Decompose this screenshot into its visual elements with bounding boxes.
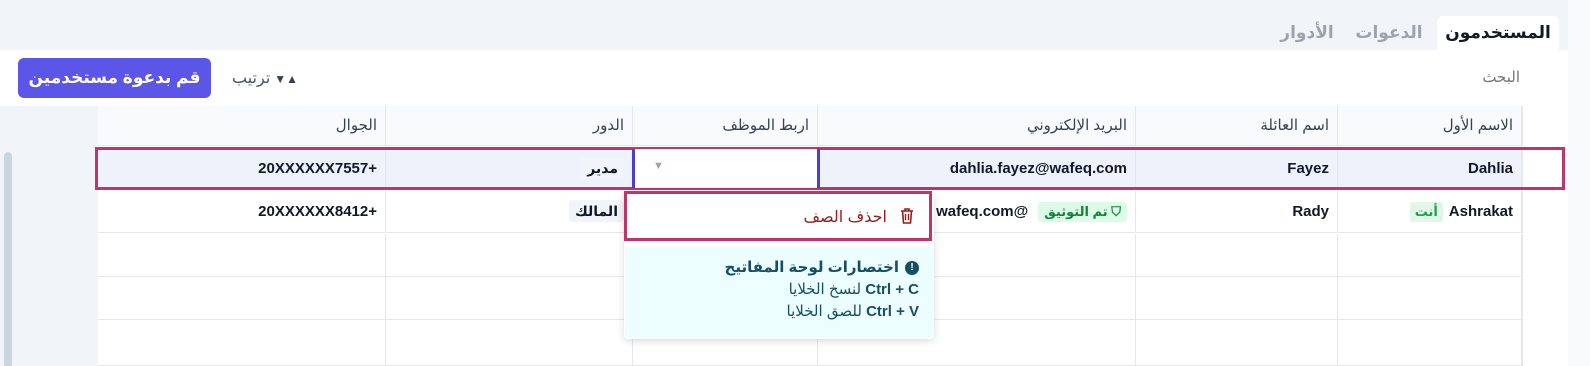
you-badge: أنت [1409, 202, 1443, 222]
trash-icon [901, 208, 913, 224]
tab-users[interactable]: المستخدمون [1437, 16, 1559, 50]
info-icon: ! [905, 261, 919, 276]
sort-label: ترتيب [232, 70, 271, 87]
shortcut-copy: Ctrl + C لنسخ الخلايا [788, 281, 919, 298]
empty-cell[interactable] [1338, 320, 1522, 366]
cell-role[interactable]: المالك [386, 191, 633, 233]
cell-first-name[interactable]: Ashrakat أنت [1338, 191, 1522, 233]
header-first-name[interactable]: الاسم الأول [1338, 106, 1522, 146]
shortcut-paste: Ctrl + V للصق الخلايا [786, 303, 919, 320]
verified-badge: ⛉ تم التوثيق [1038, 202, 1127, 222]
cell-mobile[interactable]: +20XXXXXX8412 [98, 191, 386, 233]
email-text: @wafeq.com [936, 203, 1029, 220]
right-edge [1568, 0, 1590, 366]
shield-check-icon: ⛉ [1107, 204, 1121, 219]
empty-cell[interactable] [1338, 277, 1522, 320]
invite-users-button[interactable]: قم بدعوة مستخدمين [18, 58, 211, 98]
toolbar: ▲▼ترتيب قم بدعوة مستخدمين [0, 50, 1568, 106]
header-last-name[interactable]: اسم العائلة [1136, 106, 1338, 146]
empty-cell[interactable] [98, 234, 386, 277]
empty-cell[interactable] [1136, 234, 1338, 277]
row-number-gutter [1522, 106, 1568, 366]
empty-cell[interactable] [98, 277, 386, 320]
delete-row-menu-item[interactable]: احذف الصف [624, 191, 932, 241]
selected-row-outline [95, 147, 1565, 190]
tab-roles[interactable]: الأدوار [1272, 16, 1342, 50]
link-employee-dropdown[interactable]: ▼ [632, 149, 820, 188]
empty-cell[interactable] [1338, 234, 1522, 277]
delete-row-label: احذف الصف [803, 209, 887, 226]
header-mobile[interactable]: الجوال [98, 106, 386, 146]
shortcuts-title: اختصارات لوحة المفاتيح [724, 259, 899, 276]
first-name-text: Ashrakat [1448, 203, 1513, 220]
empty-cell[interactable] [1136, 320, 1338, 366]
sort-arrows-icon: ▲▼ [274, 72, 299, 86]
header-role[interactable]: الدور [386, 106, 633, 146]
cell-last-name[interactable]: Rady [1136, 191, 1338, 233]
context-menu: احذف الصف ! اختصارات لوحة المفاتيح Ctrl +… [624, 191, 934, 339]
role-badge: المالك [569, 200, 624, 222]
search-input[interactable] [1380, 64, 1520, 92]
tab-bar: المستخدمون الدعوات الأدوار [0, 0, 1590, 50]
empty-cell[interactable] [98, 320, 386, 366]
scrollbar-thumb[interactable] [4, 152, 12, 366]
header-email[interactable]: البريد الإلكتروني [818, 106, 1136, 146]
header-link-employee[interactable]: اربط الموظف [633, 106, 818, 146]
chevron-down-icon[interactable]: ▼ [653, 160, 664, 172]
tab-invitations[interactable]: الدعوات [1345, 16, 1433, 50]
empty-cell[interactable] [386, 277, 633, 320]
empty-cell[interactable] [386, 234, 633, 277]
sort-button[interactable]: ▲▼ترتيب [232, 67, 298, 91]
empty-cell[interactable] [386, 320, 633, 366]
empty-cell[interactable] [1136, 277, 1338, 320]
left-gutter [0, 106, 98, 366]
keyboard-shortcuts-panel: ! اختصارات لوحة المفاتيح Ctrl + C لنسخ ال… [625, 247, 933, 337]
